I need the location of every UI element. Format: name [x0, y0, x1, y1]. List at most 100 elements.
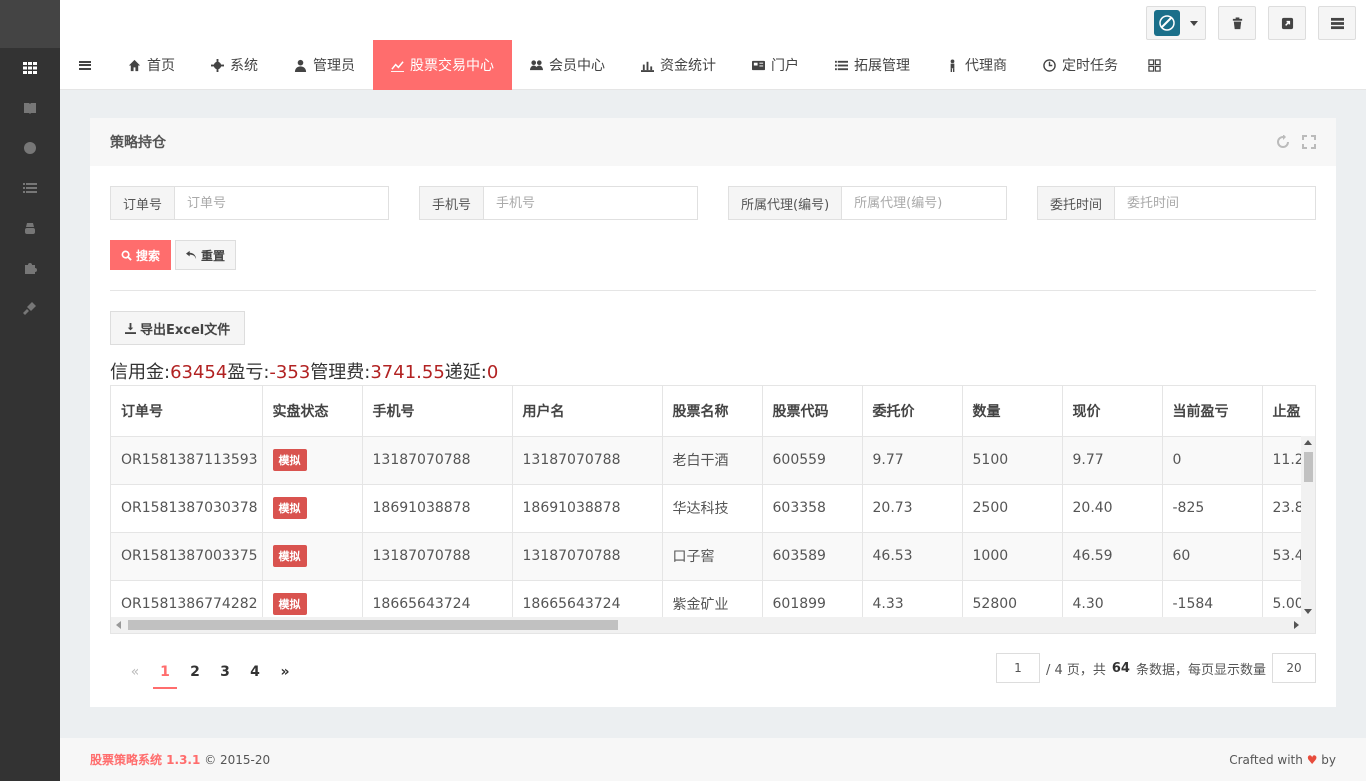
prev-page-button[interactable]: «	[120, 655, 150, 689]
quantity-cell: 1000	[962, 532, 1063, 581]
search-button[interactable]: 搜索	[110, 240, 172, 270]
sidebar-item-globe[interactable]	[0, 128, 60, 168]
refresh-icon[interactable]	[1276, 135, 1290, 149]
trash-button[interactable]	[1218, 6, 1256, 40]
pnl-label: 盈亏:	[227, 362, 270, 383]
agent-input[interactable]	[842, 187, 1001, 219]
apps-grid-button[interactable]	[1136, 40, 1173, 90]
reset-button[interactable]: 重置	[175, 240, 237, 270]
order-price-cell: 9.77	[862, 436, 963, 485]
current-pnl-cell: 60	[1162, 532, 1263, 581]
filter-actions: 搜索 重置	[110, 240, 237, 270]
page-button[interactable]: 2	[180, 655, 210, 689]
username-cell: 13187070788	[512, 436, 663, 485]
per-page-input[interactable]: 20	[1272, 653, 1316, 683]
person-icon	[950, 58, 955, 72]
sidebar-item-dashboard[interactable]	[0, 48, 60, 88]
phone-input[interactable]	[484, 187, 695, 219]
page-button[interactable]: 4	[240, 655, 270, 689]
horizontal-scroll-thumb[interactable]	[128, 620, 618, 630]
per-page-label: 条数据，每页显示数量	[1135, 662, 1266, 678]
current-pnl-cell: -825	[1162, 484, 1263, 533]
nav-item-stock-trading[interactable]: 股票交易中心	[373, 40, 512, 90]
page-jump-input[interactable]: 1	[995, 653, 1040, 683]
brand-menu-button[interactable]	[1146, 6, 1206, 40]
nav-item-admin[interactable]: 管理员	[276, 40, 373, 90]
column-header: 现价	[1062, 386, 1163, 437]
order-number-cell: OR1581387113593	[111, 436, 263, 485]
nav-item-home[interactable]: 首页	[110, 40, 193, 90]
scroll-down-arrow-icon[interactable]	[1304, 609, 1312, 614]
fullscreen-icon[interactable]	[1302, 135, 1316, 149]
scroll-right-arrow-icon[interactable]	[1294, 621, 1299, 629]
column-header: 止盈	[1262, 386, 1315, 437]
nav-item-agents[interactable]: 代理商	[928, 40, 1025, 90]
brand-logo-icon	[1154, 10, 1180, 36]
defer-value: 0	[486, 362, 499, 383]
stock-code-cell: 603589	[762, 532, 863, 581]
footer-brand-link[interactable]: 股票策略系统 1.3.1	[90, 753, 200, 767]
nav-item-extensions[interactable]: 拓展管理	[817, 40, 928, 90]
export-excel-button[interactable]: 导出Excel文件	[110, 311, 246, 345]
download-icon	[125, 322, 136, 334]
nav-item-portal[interactable]: 门户	[734, 40, 817, 90]
summary-line: 信用金:63454盈亏:-353管理费:3741.55递延:0	[110, 358, 498, 384]
settings-list-button[interactable]	[1318, 6, 1356, 40]
export-button-label: 导出Excel文件	[140, 322, 231, 338]
left-sidebar	[0, 0, 60, 781]
home-icon	[128, 59, 141, 71]
table-row[interactable]: OR1581387030378 模拟 18691038878 186910388…	[111, 484, 1315, 533]
next-page-button[interactable]: »	[270, 655, 300, 689]
username-cell: 18691038878	[512, 484, 663, 533]
sidebar-logo-block	[0, 0, 60, 48]
phone-cell: 18691038878	[362, 484, 513, 533]
quantity-cell: 5100	[962, 436, 1063, 485]
nav-item-system[interactable]: 系统	[193, 40, 276, 90]
column-header: 股票名称	[662, 386, 763, 437]
positions-table-wrap[interactable]: 订单号 实盘状态 手机号 用户名 股票名称 股票代码 委托价 数量 现价 当前盈…	[110, 385, 1316, 634]
nav-item-label: 会员中心	[549, 58, 605, 74]
search-icon	[121, 250, 132, 261]
footer-left: 股票策略系统 1.3.1 © 2015-20	[90, 751, 270, 768]
footer: 股票策略系统 1.3.1 © 2015-20 Crafted with ♥ by	[60, 738, 1366, 781]
horizontal-scrollbar[interactable]	[111, 617, 1315, 633]
vertical-scrollbar[interactable]	[1301, 436, 1315, 618]
sidebar-item-plug[interactable]	[0, 288, 60, 328]
filter-label: 委托时间	[1038, 187, 1116, 219]
column-header: 订单号	[111, 386, 263, 437]
page-button[interactable]: 3	[210, 655, 240, 689]
external-link-icon	[1281, 17, 1293, 29]
sidebar-item-book[interactable]	[0, 88, 60, 128]
table-row[interactable]: OR1581387113593 模拟 13187070788 131870707…	[111, 436, 1315, 485]
status-cell: 模拟	[262, 532, 363, 581]
column-header: 手机号	[362, 386, 513, 437]
nav-item-funds[interactable]: 资金统计	[623, 40, 734, 90]
list-icon	[835, 60, 848, 70]
external-link-button[interactable]	[1268, 6, 1306, 40]
puzzle-icon	[25, 263, 37, 274]
nav-item-members[interactable]: 会员中心	[512, 40, 623, 90]
order-time-input[interactable]	[1115, 187, 1312, 219]
sidebar-item-user-secret[interactable]	[0, 208, 60, 248]
sidebar-item-list[interactable]	[0, 168, 60, 208]
menu-toggle-button[interactable]	[60, 40, 110, 90]
nav-item-scheduled-tasks[interactable]: 定时任务	[1025, 40, 1136, 90]
apps-grid-icon	[1148, 58, 1161, 72]
panel-header: 策略持仓	[90, 118, 1336, 166]
user-secret-icon	[25, 223, 35, 234]
column-header: 当前盈亏	[1162, 386, 1263, 437]
nav-item-label: 系统	[230, 58, 258, 74]
scroll-up-arrow-icon[interactable]	[1304, 440, 1312, 445]
scroll-left-arrow-icon[interactable]	[116, 621, 121, 629]
sidebar-item-puzzle[interactable]	[0, 248, 60, 288]
table-row[interactable]: OR1581387003375 模拟 13187070788 131870707…	[111, 532, 1315, 581]
page-info: 1 / 4 页，共 64 条数据，每页显示数量 20	[995, 653, 1316, 683]
total-pages-text: / 4 页，共	[1045, 662, 1106, 678]
footer-right: Crafted with ♥ by	[1229, 753, 1336, 767]
page-button-current[interactable]: 1	[153, 655, 177, 689]
table-grid-icon	[23, 62, 37, 74]
panel-tools	[1276, 135, 1316, 149]
globe-icon	[24, 142, 36, 154]
order-number-input[interactable]	[175, 187, 386, 219]
vertical-scroll-thumb[interactable]	[1304, 452, 1313, 482]
